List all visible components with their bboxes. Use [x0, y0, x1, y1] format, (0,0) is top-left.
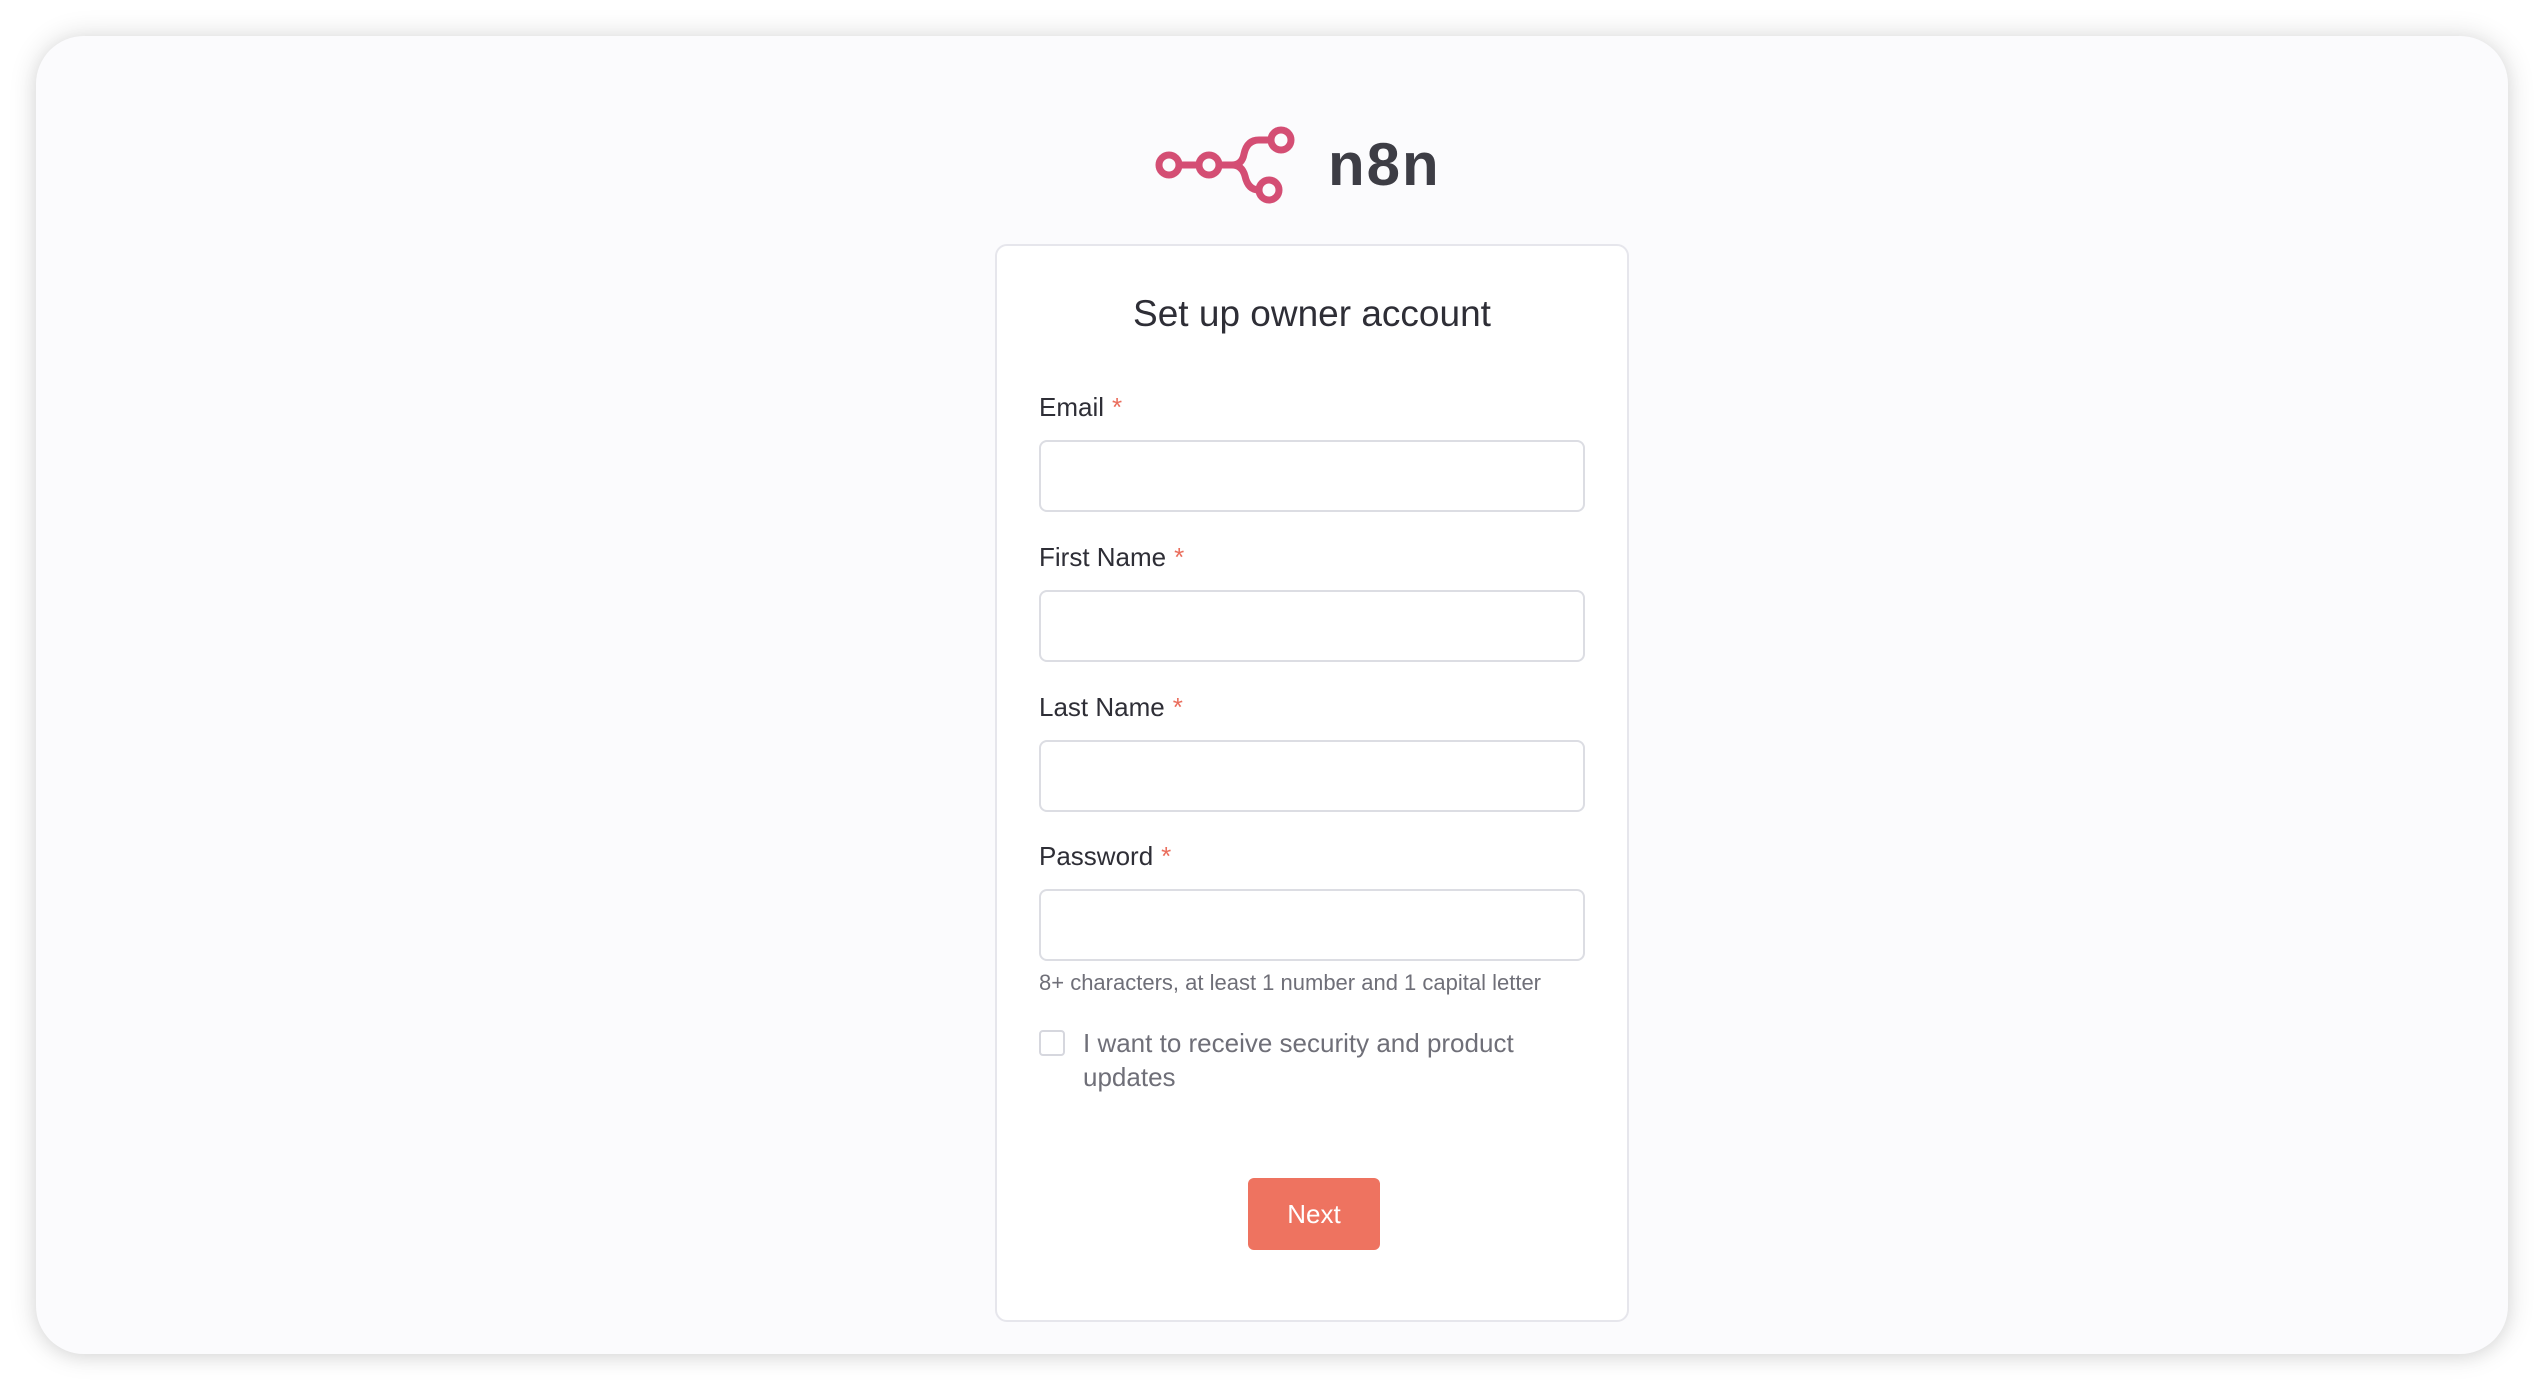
- next-button[interactable]: Next: [1248, 1178, 1380, 1250]
- n8n-logo: n8n: [1154, 124, 1441, 206]
- updates-checkbox-label[interactable]: I want to receive security and product u…: [1083, 1026, 1563, 1094]
- required-marker: *: [1161, 841, 1172, 871]
- required-marker: *: [1174, 542, 1185, 572]
- required-marker: *: [1112, 392, 1123, 422]
- updates-checkbox[interactable]: [1039, 1030, 1065, 1056]
- app-window: n8n Set up owner account Email * First Na…: [36, 36, 2508, 1354]
- email-label: Email *: [1039, 394, 1122, 420]
- email-label-text: Email: [1039, 392, 1105, 422]
- first-name-field[interactable]: [1039, 590, 1585, 662]
- updates-checkbox-row[interactable]: I want to receive security and product u…: [1039, 1026, 1585, 1094]
- first-name-label-text: First Name: [1039, 542, 1167, 572]
- password-hint: 8+ characters, at least 1 number and 1 c…: [1039, 970, 1542, 995]
- last-name-label: Last Name *: [1039, 694, 1183, 720]
- email-field[interactable]: [1039, 440, 1585, 512]
- first-name-label: First Name *: [1039, 544, 1184, 570]
- last-name-label-text: Last Name: [1039, 692, 1165, 722]
- setup-card: Set up owner account Email * First Name * …: [995, 244, 1629, 1322]
- brand-name: n8n: [1328, 131, 1441, 198]
- last-name-field[interactable]: [1039, 740, 1585, 812]
- password-field[interactable]: [1039, 889, 1585, 961]
- required-marker: *: [1172, 692, 1183, 722]
- password-label-text: Password: [1039, 841, 1154, 871]
- n8n-logo-icon: [1155, 126, 1295, 204]
- page-title: Set up owner account: [1133, 293, 1491, 334]
- password-label: Password *: [1039, 843, 1171, 869]
